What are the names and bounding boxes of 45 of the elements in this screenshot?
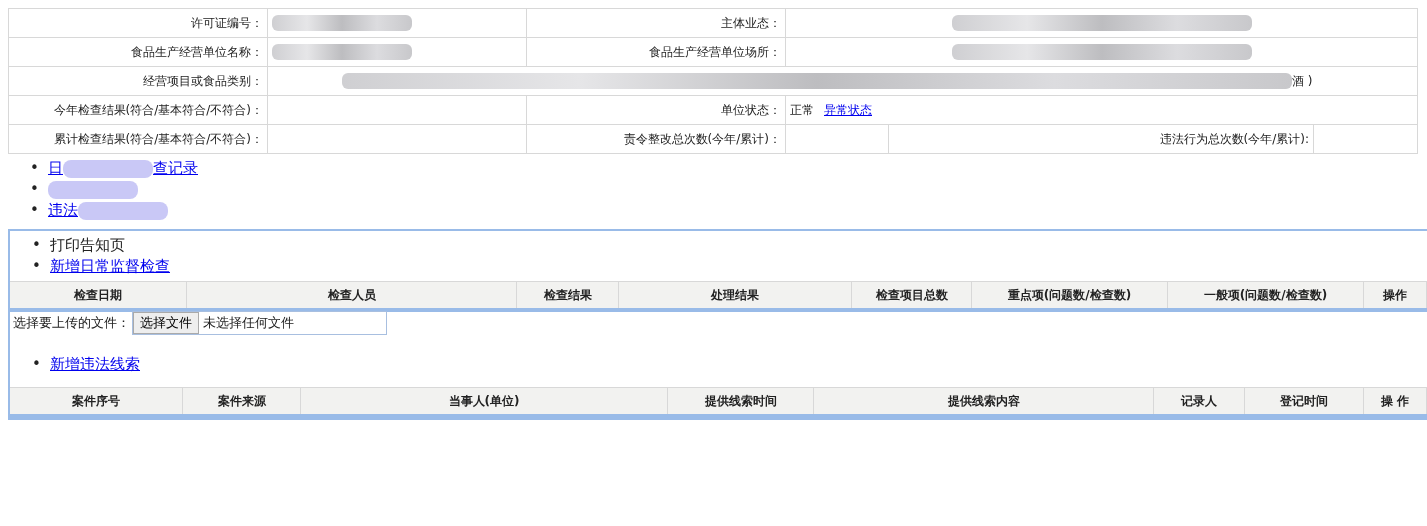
column-header: 重点项(问题数/检查数) — [972, 282, 1168, 308]
bullet: • — [30, 200, 40, 221]
column-header: 登记时间 — [1245, 388, 1364, 414]
file-input[interactable]: 选择文件 未选择任何文件 — [132, 311, 387, 335]
bullet: • — [30, 158, 40, 179]
column-header: 一般项(问题数/检查数) — [1168, 282, 1364, 308]
column-header: 案件序号 — [10, 388, 183, 414]
nav-link[interactable]: 日 — [48, 159, 63, 177]
choose-file-button[interactable]: 选择文件 — [133, 312, 199, 334]
action-link[interactable]: 新增违法线索 — [50, 355, 140, 373]
field-label: 责令整改总次数(今年/累计)： — [623, 132, 781, 146]
nav-link[interactable]: 查记录 — [153, 159, 198, 177]
bullet: • — [30, 179, 40, 200]
field-value: 酒 ) — [1292, 72, 1313, 90]
action-link[interactable]: 新增日常监督检查 — [50, 257, 170, 275]
column-header: 记录人 — [1154, 388, 1245, 414]
field-label: 食品生产经营单位场所： — [649, 45, 781, 59]
field-label: 今年检查结果(符合/基本符合/不符合)： — [53, 103, 263, 117]
field-label: 累计检查结果(符合/基本符合/不符合)： — [53, 132, 263, 146]
field-label: 违法行为总次数(今年/累计): — [1159, 132, 1309, 146]
bullet: • — [32, 354, 42, 375]
column-header: 检查人员 — [187, 282, 517, 308]
column-header: 案件来源 — [183, 388, 301, 414]
column-header: 检查日期 — [10, 282, 187, 308]
field-label: 许可证编号： — [191, 16, 263, 30]
column-header: 检查结果 — [517, 282, 619, 308]
field-label: 主体业态： — [721, 16, 781, 30]
column-header: 操作 — [1364, 282, 1427, 308]
column-header: 提供线索内容 — [814, 388, 1154, 414]
column-header: 当事人(单位) — [301, 388, 668, 414]
column-header: 检查项目总数 — [852, 282, 972, 308]
upload-label: 选择要上传的文件： — [13, 314, 130, 332]
status-link[interactable]: 异常状态 — [824, 101, 872, 119]
column-header: 操 作 — [1364, 388, 1427, 414]
file-status: 未选择任何文件 — [203, 314, 294, 332]
action-text: 打印告知页 — [50, 236, 125, 254]
bullet: • — [32, 235, 42, 256]
field-label: 经营项目或食品类别： — [143, 74, 263, 88]
nav-link[interactable]: 违法 — [48, 201, 78, 219]
bullet: • — [32, 256, 42, 277]
field-value: 正常 — [790, 101, 814, 119]
column-header: 提供线索时间 — [668, 388, 814, 414]
column-header: 处理结果 — [619, 282, 852, 308]
field-label: 单位状态： — [721, 103, 781, 117]
field-label: 食品生产经营单位名称： — [131, 45, 263, 59]
